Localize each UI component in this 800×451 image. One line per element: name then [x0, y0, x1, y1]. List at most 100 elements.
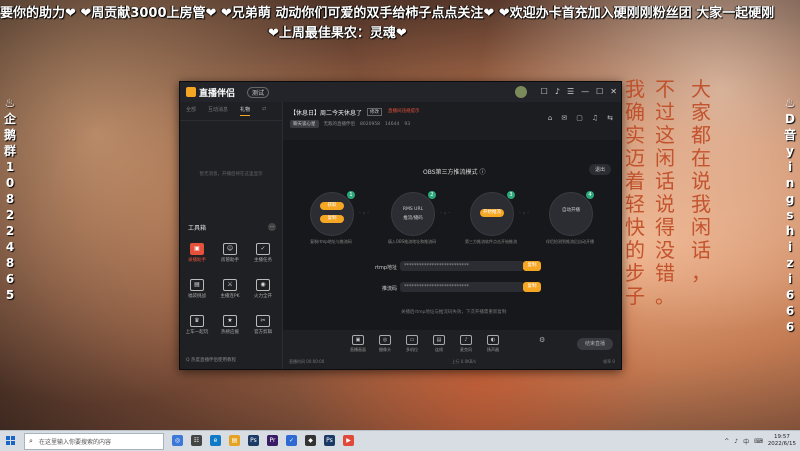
bell-icon[interactable]: ♫: [592, 114, 598, 122]
message-tab[interactable]: 互动消息: [208, 106, 228, 116]
end-live-button[interactable]: 结束直播: [577, 338, 613, 350]
step-action-pill[interactable]: 复制: [320, 215, 344, 223]
poem-char: 大: [691, 77, 711, 101]
vertical-char: 1: [5, 160, 15, 174]
taskbar-search-input[interactable]: ⌕ 在这里输入你要搜索的内容: [24, 433, 164, 450]
control-button[interactable]: ◎ 摄像头: [372, 335, 398, 353]
vertical-char: 2: [5, 224, 15, 238]
taskbar-app-icon[interactable]: e: [210, 435, 221, 446]
music-icon[interactable]: ♪: [555, 87, 560, 97]
violation-notice-link[interactable]: 直播间违规提示: [388, 108, 420, 114]
poem-char: 闲: [691, 215, 711, 239]
share-icon[interactable]: ⇆: [607, 114, 613, 122]
taskbar-app-icon[interactable]: ▶: [343, 435, 354, 446]
toolbox-item[interactable]: ▣ 录播助手: [182, 243, 212, 263]
step-title: RMS URL: [402, 207, 424, 212]
minimize-icon[interactable]: —: [581, 87, 589, 97]
vertical-char: 6: [5, 272, 15, 286]
control-label: 多机位: [406, 347, 418, 352]
toolbox-more-button[interactable]: ···: [268, 223, 276, 231]
control-button[interactable]: ♪ 麦克风: [453, 335, 479, 353]
copy-rtmp-button[interactable]: 复制: [523, 261, 541, 271]
message-tab[interactable]: 礼物: [240, 106, 251, 116]
room-title: 【休息日】周二今天休息了: [290, 110, 363, 117]
menu-icon[interactable]: ☰: [567, 87, 574, 97]
taskbar-app-icon[interactable]: ✓: [286, 435, 297, 446]
stream-key-field[interactable]: **************************: [400, 282, 524, 292]
control-icon: ◐: [487, 335, 499, 345]
tutorial-link[interactable]: Q 热度直播伴侣使用教程: [186, 357, 236, 363]
toolbox-item[interactable]: ☺ 房管助手: [215, 243, 245, 263]
ime-indicator[interactable]: 中: [743, 437, 749, 446]
control-icon: ◎: [379, 335, 391, 345]
toolbox-item[interactable]: ✂ 官方剪辑: [248, 315, 278, 335]
close-icon[interactable]: ✕: [610, 87, 617, 97]
control-button[interactable]: ▤ 连线: [426, 335, 452, 353]
toolbox-item[interactable]: ⚔ 主播连PK: [215, 279, 245, 299]
settings-icon[interactable]: ⚙: [539, 336, 545, 344]
control-label: 麦克风: [460, 347, 472, 352]
live-companion-window: 直播伴侣 测试 ☐ ♪ ☰ — ☐ ✕ 全部 互动消息 礼物 ⇄ 暂无消息，开播后将在…: [179, 81, 622, 370]
copy-stream-key-button[interactable]: 复制: [523, 282, 541, 292]
tray-expand-icon[interactable]: ^: [724, 438, 729, 445]
volume-icon[interactable]: ♪: [734, 438, 738, 445]
toolbox-item[interactable]: ✓ 主播任务: [248, 243, 278, 263]
vertical-char: 6: [785, 304, 795, 318]
control-button[interactable]: ▭ 多机位: [399, 335, 425, 353]
taskbar-app-icon[interactable]: Pr: [267, 435, 278, 446]
obs-step: 4 自动开播: [549, 191, 594, 236]
home-icon[interactable]: ⌂: [548, 114, 552, 122]
window-icon[interactable]: ▢: [576, 114, 583, 122]
host-name: 无敌的直播伴侣: [323, 122, 356, 127]
step-action-pill[interactable]: 获取: [320, 202, 344, 210]
tool-label: 火力全开: [254, 294, 272, 299]
screen-icon[interactable]: ☐: [541, 87, 548, 97]
control-icon: ▤: [433, 335, 445, 345]
message-tab[interactable]: 全部: [186, 106, 196, 116]
vertical-char: ♨: [4, 96, 16, 110]
taskbar-app-icon[interactable]: Ps: [324, 435, 335, 446]
vertical-char: 2: [5, 208, 15, 222]
message-tab[interactable]: ⇄: [262, 106, 266, 116]
poem-char: 没: [655, 238, 675, 262]
toolbox-item[interactable]: ◉ 火力全开: [248, 279, 278, 299]
windows-start-icon[interactable]: [6, 436, 16, 446]
taskbar-app-icon[interactable]: ▤: [229, 435, 240, 446]
category-tag[interactable]: 聊天谈心星: [290, 120, 319, 128]
rtmp-address-field[interactable]: **************************: [400, 261, 524, 271]
maximize-icon[interactable]: ☐: [596, 87, 603, 97]
fans-count: 14644: [385, 121, 400, 127]
toolbox-item[interactable]: ♛ 上车一起玩: [182, 315, 212, 335]
poem-char: 快: [625, 215, 645, 239]
taskbar-app-icon[interactable]: ☷: [191, 435, 202, 446]
control-button[interactable]: ◐ 扬声器: [480, 335, 506, 353]
vertical-char: D: [785, 112, 795, 126]
vertical-char: 群: [3, 144, 16, 158]
system-clock[interactable]: 19:57 2022/6/15: [768, 434, 796, 448]
vertical-char: 8: [5, 192, 15, 206]
control-label: 扬声器: [487, 347, 499, 352]
poem-char: 子: [625, 284, 645, 308]
tool-icon: ▣: [190, 243, 204, 255]
step-action-pill[interactable]: 开始推流: [480, 209, 504, 217]
poem-char: 这: [655, 123, 675, 147]
toolbox-item[interactable]: ▤ 福袋挑战: [182, 279, 212, 299]
user-avatar[interactable]: [515, 86, 527, 98]
taskbar-app-icon[interactable]: ◎: [172, 435, 183, 446]
toolbox-item[interactable]: ★ 热榜应援: [215, 315, 245, 335]
poem-char: 的: [625, 238, 645, 262]
keyboard-icon[interactable]: ⌨: [754, 438, 763, 445]
clock-date: 2022/6/15: [767, 441, 796, 447]
poem-char: 过: [655, 100, 675, 124]
taskbar-app-icon[interactable]: Ps: [248, 435, 259, 446]
mail-icon[interactable]: ✉: [561, 114, 567, 122]
exit-obs-mode-button[interactable]: 退出: [588, 164, 611, 175]
system-tray: ^ ♪ 中 ⌨ 19:57 2022/6/15: [724, 434, 796, 448]
edit-title-button[interactable]: 修改: [367, 108, 382, 116]
poem-char: 话: [691, 238, 711, 262]
tool-icon: ♛: [190, 315, 204, 327]
control-button[interactable]: ▣ 直播画面: [345, 335, 371, 353]
step-description: 伴侣检测到推流后自动开播: [546, 239, 594, 244]
taskbar-app-icon[interactable]: ◆: [305, 435, 316, 446]
step-number: 4: [586, 191, 594, 199]
